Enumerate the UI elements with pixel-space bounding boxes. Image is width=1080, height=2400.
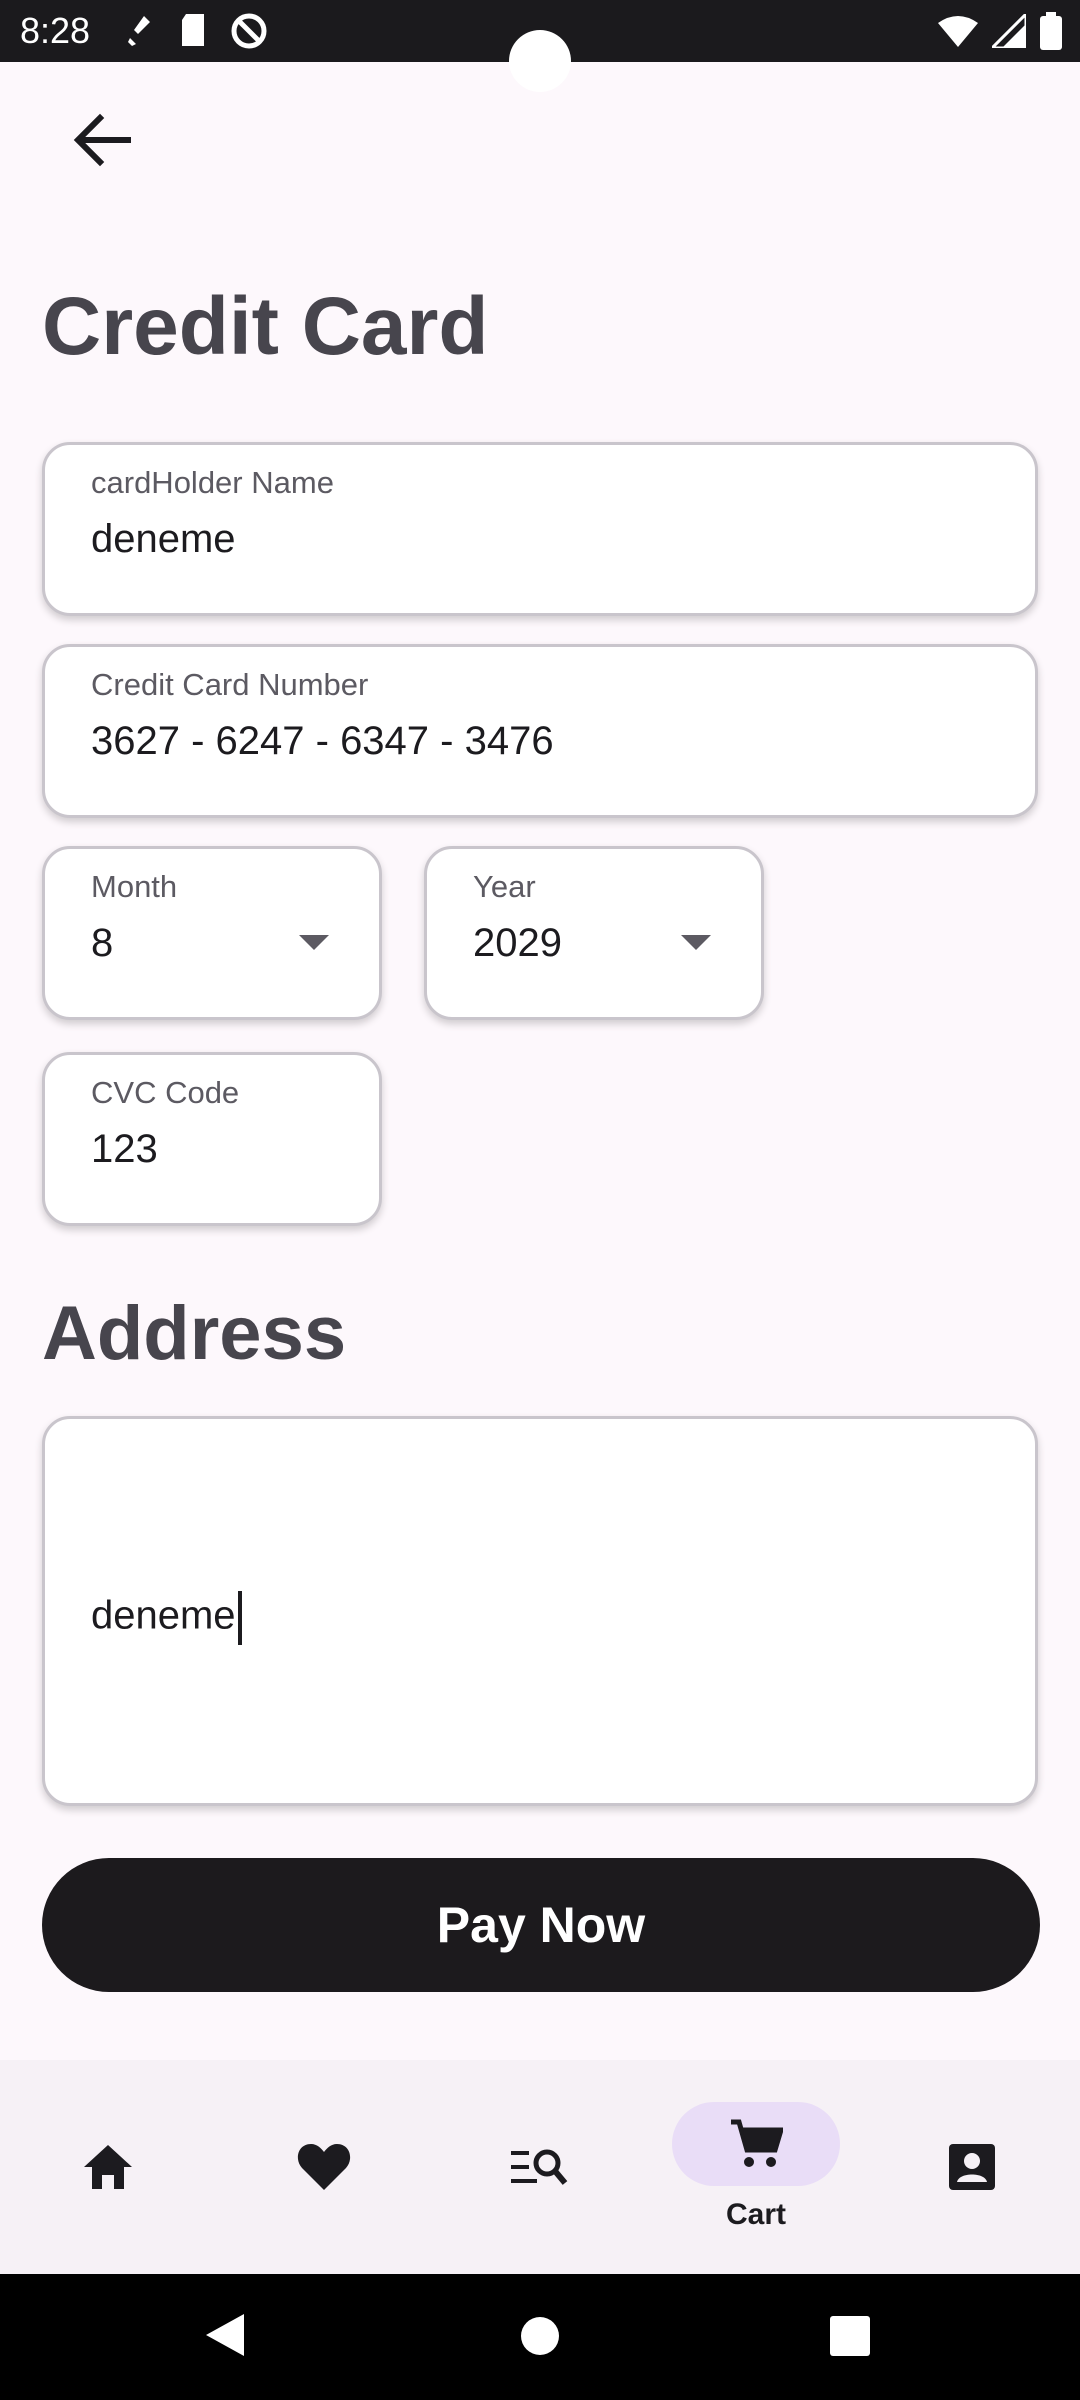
system-recents-icon[interactable] [830, 2316, 870, 2356]
bottom-nav: Cart [0, 2060, 1080, 2274]
contact-icon [949, 2144, 995, 2190]
system-nav-bar [0, 2274, 1080, 2400]
address-title: Address [42, 1291, 347, 1376]
text-caret [237, 1591, 242, 1645]
nav-item-cart[interactable]: Cart [648, 2060, 864, 2274]
back-button[interactable] [66, 104, 138, 176]
nav-item-home[interactable] [0, 2060, 216, 2274]
status-icons-left [124, 12, 268, 50]
heart-icon [297, 2144, 351, 2190]
nav-item-favorites[interactable] [216, 2060, 432, 2274]
cvc-code-value: 123 [91, 1127, 158, 1171]
card-number-value: 3627 - 6247 - 6347 - 3476 [91, 719, 554, 763]
status-time: 8:28 [20, 10, 91, 51]
cart-icon [731, 2119, 783, 2167]
month-dropdown[interactable]: Month 8 [42, 846, 382, 1020]
cardholder-name-label: cardHolder Name [91, 465, 334, 500]
year-value: 2029 [473, 921, 562, 965]
camera-notch [509, 30, 571, 92]
battery-icon [1040, 12, 1062, 50]
arrow-left-icon [73, 113, 131, 167]
month-label: Month [91, 869, 178, 904]
cardholder-name-field[interactable]: cardHolder Name deneme [42, 442, 1038, 616]
year-dropdown[interactable]: Year 2029 [424, 846, 764, 1020]
sd-card-icon [182, 14, 204, 46]
cardholder-name-value: deneme [91, 517, 236, 561]
sync-icon [128, 16, 150, 46]
cvc-code-label: CVC Code [91, 1075, 240, 1110]
dropdown-arrow-icon [681, 935, 711, 950]
system-home-icon[interactable] [520, 2316, 560, 2356]
do-not-disturb-icon [231, 13, 267, 49]
address-field[interactable]: deneme [42, 1416, 1038, 1806]
wifi-icon [938, 16, 978, 47]
nav-item-profile[interactable] [864, 2060, 1080, 2274]
cart-active-indicator [672, 2102, 840, 2186]
pay-now-button[interactable]: Pay Now [42, 1858, 1040, 1992]
month-value: 8 [91, 921, 114, 965]
nav-label-cart: Cart [725, 2198, 786, 2231]
system-back-icon[interactable] [204, 2312, 246, 2358]
address-value: deneme [91, 1591, 242, 1645]
search-list-icon [511, 2149, 568, 2185]
card-number-label: Credit Card Number [91, 667, 369, 702]
nav-item-search[interactable] [432, 2060, 648, 2274]
cell-signal-icon [992, 14, 1026, 48]
card-number-field[interactable]: Credit Card Number 3627 - 6247 - 6347 - … [42, 644, 1038, 818]
cvc-code-field[interactable]: CVC Code 123 [42, 1052, 382, 1226]
year-label: Year [473, 869, 536, 904]
home-icon [84, 2145, 132, 2189]
address-text: deneme [91, 1593, 236, 1638]
dropdown-arrow-icon [299, 935, 329, 950]
status-icons-right [938, 12, 1062, 50]
credit-card-title: Credit Card [42, 281, 489, 372]
